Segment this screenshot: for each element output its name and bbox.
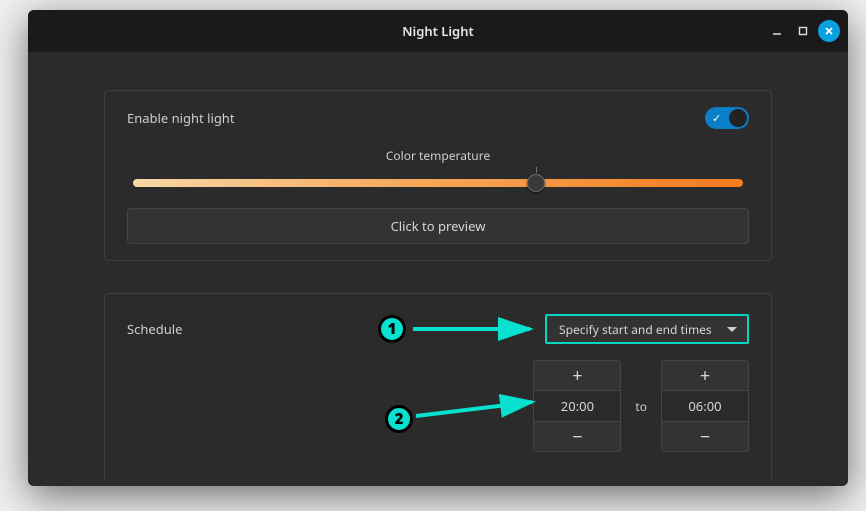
to-label: to <box>635 398 647 415</box>
window-controls <box>766 10 840 52</box>
night-light-window: Night Light Enable night light ✓ Color t… <box>28 10 848 486</box>
start-time-increment-button[interactable]: + <box>534 361 620 391</box>
dropdown-value: Specify start and end times <box>559 321 712 338</box>
minimize-button[interactable] <box>766 20 788 42</box>
end-time-decrement-button[interactable]: − <box>662 421 748 451</box>
plus-icon: + <box>700 364 710 388</box>
night-light-panel: Enable night light ✓ Color temperature C… <box>104 90 772 261</box>
slider-track <box>133 179 743 187</box>
titlebar[interactable]: Night Light <box>28 10 848 52</box>
schedule-mode-dropdown[interactable]: Specify start and end times <box>545 314 749 344</box>
preview-button[interactable]: Click to preview <box>127 208 749 244</box>
end-time-stepper: + 06:00 − <box>661 360 749 452</box>
time-row: + 20:00 − to + 06:00 − <box>127 360 749 452</box>
slider-handle[interactable] <box>527 174 545 192</box>
check-icon: ✓ <box>712 111 721 126</box>
plus-icon: + <box>572 364 582 388</box>
enable-night-light-toggle[interactable]: ✓ <box>705 107 749 129</box>
enable-night-light-label: Enable night light <box>127 109 235 127</box>
slider-tick <box>536 167 537 173</box>
toggle-knob <box>729 109 747 127</box>
chevron-down-icon <box>727 327 737 332</box>
maximize-button[interactable] <box>792 20 814 42</box>
start-time-decrement-button[interactable]: − <box>534 421 620 451</box>
end-time-value[interactable]: 06:00 <box>662 391 748 421</box>
preview-button-label: Click to preview <box>391 217 486 235</box>
schedule-panel: Schedule Specify start and end times + 2… <box>104 293 772 480</box>
minus-icon: − <box>700 425 710 449</box>
end-time-increment-button[interactable]: + <box>662 361 748 391</box>
schedule-label: Schedule <box>127 320 182 338</box>
color-temperature-slider[interactable] <box>133 170 743 194</box>
color-temperature-label: Color temperature <box>127 147 749 164</box>
start-time-stepper: + 20:00 − <box>533 360 621 452</box>
minus-icon: − <box>572 425 582 449</box>
close-button[interactable] <box>818 20 840 42</box>
content-area: Enable night light ✓ Color temperature C… <box>28 52 848 486</box>
start-time-value[interactable]: 20:00 <box>534 391 620 421</box>
window-title: Night Light <box>402 22 474 40</box>
